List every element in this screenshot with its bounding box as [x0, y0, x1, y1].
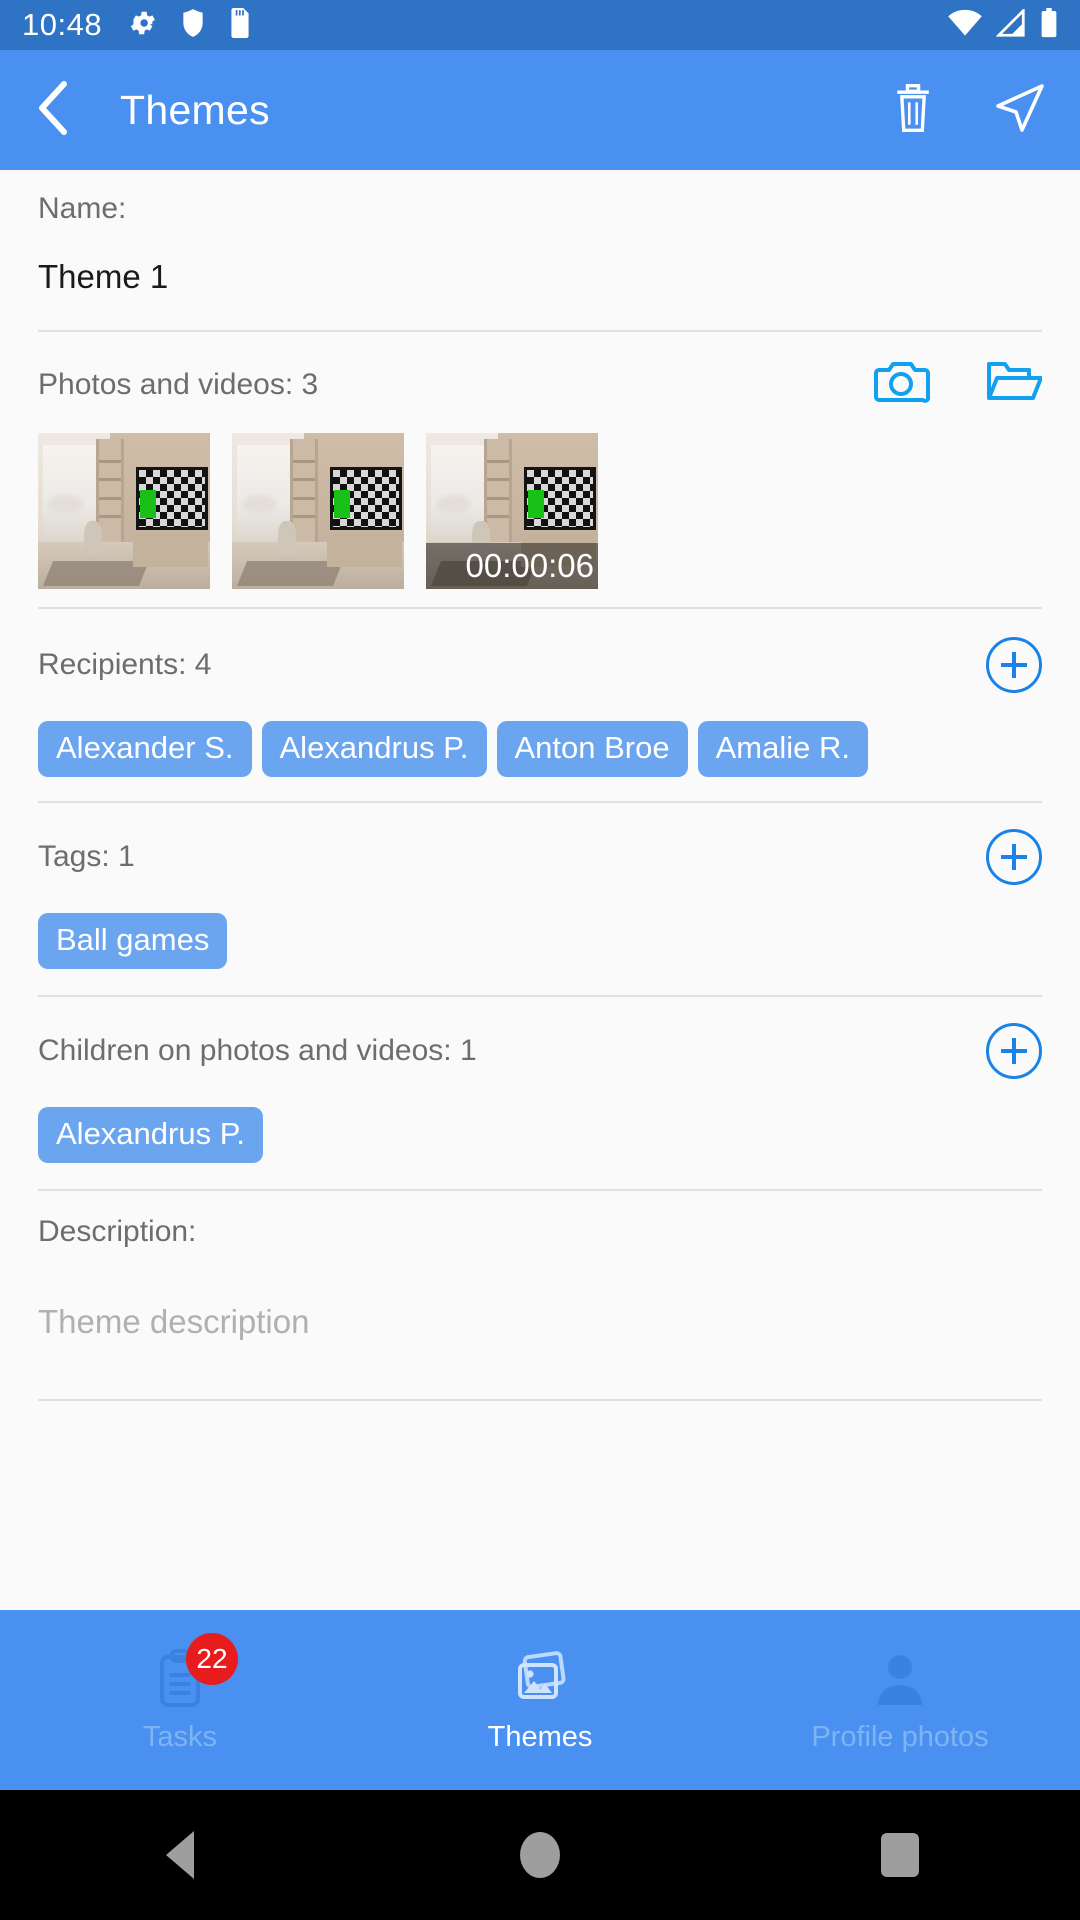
- media-thumbnail[interactable]: [38, 433, 210, 589]
- android-home-button[interactable]: [480, 1790, 600, 1920]
- photos-icon: [508, 1647, 572, 1711]
- bottom-navigation: 22 Tasks Themes Profile photos: [0, 1610, 1080, 1790]
- media-section-header: Photos and videos: 3: [0, 332, 1080, 411]
- recipient-chip[interactable]: Amalie R.: [697, 721, 868, 777]
- name-input[interactable]: Theme 1: [38, 258, 1042, 296]
- recents-square-icon: [881, 1833, 919, 1877]
- android-navigation-bar: [0, 1790, 1080, 1920]
- android-recents-button[interactable]: [840, 1790, 960, 1920]
- send-icon[interactable]: [994, 82, 1046, 139]
- cellular-signal-icon: [995, 6, 1026, 42]
- children-label: Children on photos and videos: 1: [38, 1034, 477, 1067]
- app-bar-actions: [890, 82, 1046, 139]
- shield-icon: [180, 8, 206, 43]
- back-button[interactable]: [34, 78, 74, 143]
- status-bar: 10:48: [0, 0, 1080, 50]
- sd-card-icon: [228, 7, 252, 43]
- divider: [38, 1399, 1042, 1401]
- wifi-icon: [948, 9, 982, 42]
- media-actions: [874, 358, 1043, 411]
- battery-icon: [1040, 7, 1058, 43]
- description-input[interactable]: Theme description: [38, 1303, 1042, 1341]
- back-triangle-icon: [166, 1831, 194, 1879]
- tag-chip[interactable]: Ball games: [38, 913, 228, 969]
- home-circle-icon: [520, 1832, 560, 1878]
- nav-tab-profile-photos[interactable]: Profile photos: [720, 1610, 1080, 1790]
- page-title: Themes: [120, 86, 270, 133]
- nav-tab-themes[interactable]: Themes: [360, 1610, 720, 1790]
- clipboard-icon: 22: [148, 1632, 238, 1711]
- media-thumbnail[interactable]: [232, 433, 404, 589]
- folder-open-icon[interactable]: [986, 358, 1043, 411]
- phone-screen: 10:48 Themes Name: Theme 1 Photos and vi…: [0, 0, 1080, 1920]
- app-bar: Themes: [0, 50, 1080, 170]
- status-bar-system-icons: [948, 6, 1058, 43]
- android-back-button[interactable]: [120, 1790, 240, 1920]
- description-section: Description: Theme description: [0, 1191, 1080, 1341]
- name-label: Name:: [38, 192, 127, 225]
- tasks-badge: 22: [186, 1632, 238, 1685]
- recipients-chip-list: Alexander S. Alexandrus P. Anton Broe Am…: [0, 693, 1080, 777]
- nav-tab-label: Themes: [487, 1720, 593, 1753]
- recipient-chip[interactable]: Alexandrus P.: [261, 721, 487, 777]
- recipient-chip[interactable]: Alexander S.: [38, 721, 252, 777]
- theme-detail-form: Name: Theme 1 Photos and videos: 3 00:00…: [0, 170, 1080, 1610]
- person-icon: [868, 1647, 932, 1711]
- description-label: Description:: [38, 1215, 197, 1248]
- add-tag-button[interactable]: [986, 829, 1042, 885]
- tags-chip-list: Ball games: [0, 885, 1080, 969]
- camera-icon[interactable]: [874, 358, 932, 411]
- trash-icon[interactable]: [890, 82, 936, 139]
- recipients-label: Recipients: 4: [38, 648, 212, 681]
- recipients-section-header: Recipients: 4: [0, 609, 1080, 693]
- gear-icon: [128, 8, 158, 43]
- status-bar-clock: 10:48: [22, 7, 103, 42]
- add-recipient-button[interactable]: [986, 637, 1042, 693]
- children-chip-list: Alexandrus P.: [0, 1079, 1080, 1163]
- recipient-chip[interactable]: Anton Broe: [496, 721, 688, 777]
- tags-label: Tags: 1: [38, 840, 135, 873]
- tags-section-header: Tags: 1: [0, 803, 1080, 885]
- child-chip[interactable]: Alexandrus P.: [38, 1107, 263, 1163]
- children-section-header: Children on photos and videos: 1: [0, 997, 1080, 1079]
- add-child-button[interactable]: [986, 1023, 1042, 1079]
- nav-tab-label: Tasks: [142, 1720, 218, 1753]
- nav-tab-label: Profile photos: [811, 1720, 989, 1753]
- media-thumbnail-list: 00:00:06: [0, 411, 1080, 589]
- nav-tab-tasks[interactable]: 22 Tasks: [0, 1610, 360, 1790]
- media-label: Photos and videos: 3: [38, 367, 319, 401]
- video-duration-label: 00:00:06: [426, 543, 598, 589]
- status-bar-notification-icons: [128, 7, 252, 43]
- media-thumbnail-video[interactable]: 00:00:06: [426, 433, 598, 589]
- name-section: Name: Theme 1: [0, 170, 1080, 296]
